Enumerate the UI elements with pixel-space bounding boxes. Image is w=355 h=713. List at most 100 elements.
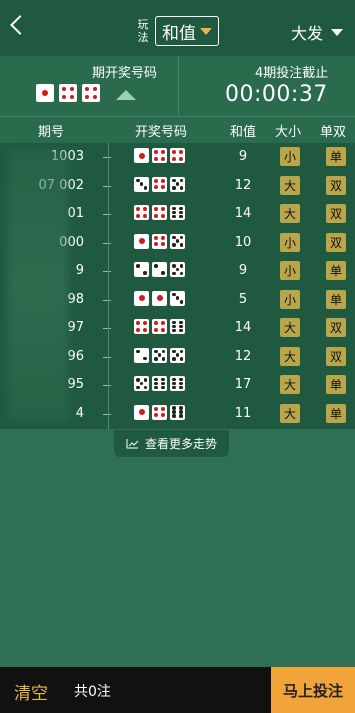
die-1-icon [152,290,167,306]
more-trend-button[interactable]: 查看更多走势 [114,430,229,457]
bet-count: 共0注 [74,684,111,700]
parity-badge: 单 [326,289,346,309]
die-4-icon [134,319,149,334]
die-1-icon [36,84,54,102]
issue-number: 9 [75,263,84,278]
row-tick [103,328,111,329]
next-draw-label: 4期投注截止 [255,66,329,81]
draw-dice [134,148,185,163]
die-6-icon [170,376,185,391]
die-4-icon [152,205,167,220]
sum-value: 17 [234,377,252,392]
expand-history-icon[interactable] [116,90,136,100]
row-tick [103,157,111,158]
lottery-selector[interactable]: 大发 [291,20,343,44]
redacted-area [8,150,68,420]
parity-badge: 单 [326,375,346,394]
parity-badge: 单 [326,147,346,166]
die-6-icon [170,319,185,334]
draw-dice [134,404,185,420]
caret-down-icon [200,27,212,35]
size-badge: 小 [280,261,300,280]
sum-value: 14 [234,206,252,221]
die-4-icon [152,319,167,334]
size-badge: 小 [280,289,300,309]
play-mode-label: 玩法 [137,18,149,44]
parity-badge: 双 [326,346,346,366]
trend-chart-icon [126,439,139,449]
top-bar: 玩法 和值 大发 [0,0,355,56]
die-6-icon [170,205,185,220]
die-4-icon [59,84,77,102]
row-tick [103,356,111,358]
row-tick [103,413,111,415]
row-tick [103,385,111,386]
draw-dice [134,347,185,363]
die-5-icon [170,347,185,363]
draw-dice [134,319,185,334]
draw-info-panel: 期开奖号码 4期投注截止 00:00:37 [0,56,355,117]
col-issue: 期号 [38,125,65,140]
size-badge: 大 [280,403,300,423]
die-5-icon [152,347,167,363]
size-badge: 小 [280,232,300,252]
row-tick [103,214,111,215]
die-2-icon [134,262,149,277]
draw-dice [134,262,185,277]
issue-number: 01 [67,206,84,221]
draw-dice [134,233,185,249]
play-mode-value: 和值 [162,23,196,44]
row-tick [103,271,111,272]
sum-value: 9 [238,149,248,164]
sum-value: 12 [234,177,252,193]
issue-number: 97 [67,320,84,335]
die-4-icon [170,148,185,163]
draw-dice [134,290,185,306]
size-badge: 大 [280,204,300,223]
clear-button[interactable]: 清空 [14,679,48,704]
die-4-icon [152,233,167,249]
die-5-icon [170,233,185,249]
size-badge: 小 [280,147,300,166]
die-5-icon [170,176,185,192]
draw-dice [134,176,185,192]
size-badge: 大 [280,346,300,366]
parity-badge: 单 [326,403,346,423]
die-2-icon [134,347,149,363]
col-size: 大小 [275,125,302,140]
parity-badge: 双 [326,175,346,195]
place-bet-button[interactable]: 马上投注 [271,667,355,713]
row-tick [103,242,111,244]
play-mode-selector[interactable]: 和值 [155,16,219,46]
history-table-header: 期号 开奖号码 和值 大小 单双 [0,117,355,143]
issue-number: 4 [75,405,84,421]
row-tick [103,185,111,187]
die-4-icon [134,205,149,220]
die-5-icon [134,376,149,391]
parity-badge: 单 [326,261,346,280]
issue-number: 98 [67,291,84,307]
issue-number: 96 [67,348,84,364]
sum-value: 5 [238,291,248,307]
draw-dice [134,376,185,391]
parity-badge: 双 [326,318,346,337]
previous-draw: 期开奖号码 [0,56,179,116]
sum-value: 9 [238,263,248,278]
bottom-bar: 清空 共0注 马上投注 [0,667,355,713]
size-badge: 大 [280,318,300,337]
die-1-icon [134,290,149,306]
back-chevron-icon[interactable] [10,15,30,35]
col-sum: 和值 [230,125,257,140]
row-tick [103,299,111,301]
size-badge: 大 [280,175,300,195]
die-4-icon [152,404,167,420]
die-1-icon [134,148,149,163]
die-4-icon [152,176,167,192]
sum-value: 14 [234,320,252,335]
chevron-down-icon [331,28,343,36]
size-badge: 大 [280,375,300,394]
parity-badge: 双 [326,204,346,223]
die-2-icon [152,262,167,277]
more-trend-label: 查看更多走势 [144,437,217,451]
parity-badge: 双 [326,232,346,252]
